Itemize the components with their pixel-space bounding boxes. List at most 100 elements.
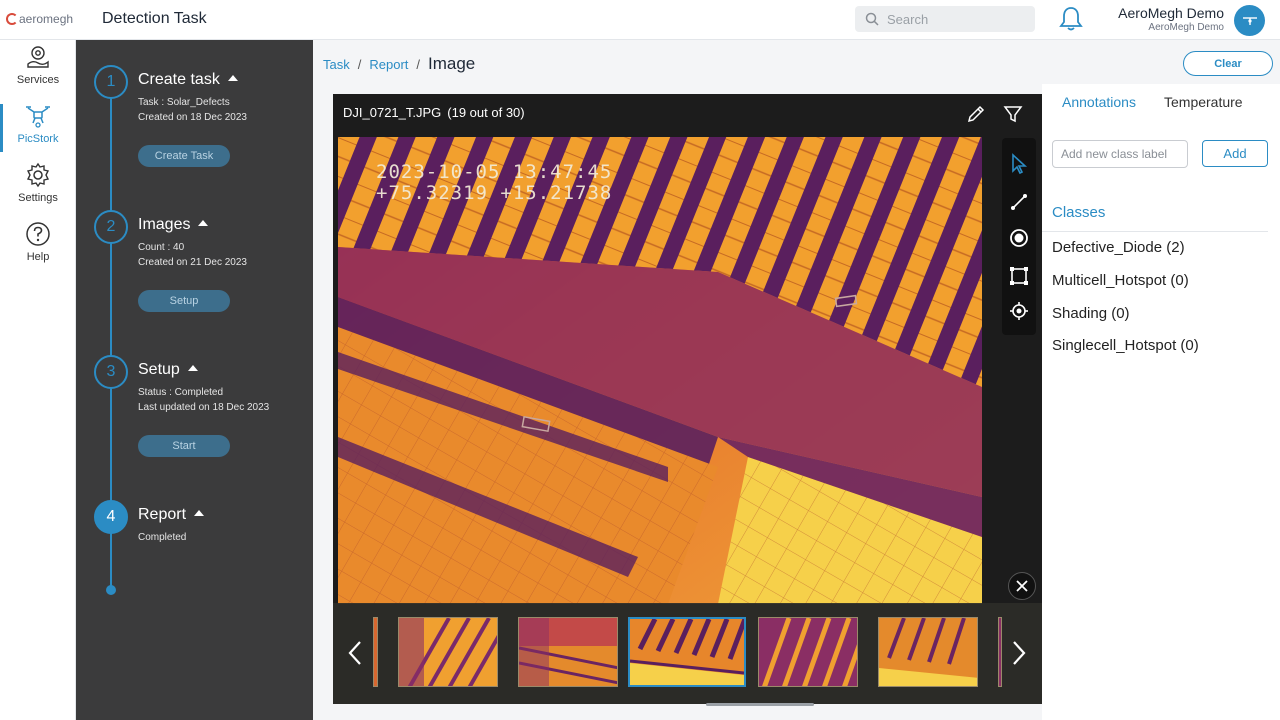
filter-icon[interactable] [1002,103,1024,125]
thumbnail-image [399,618,497,686]
notification-bell-icon[interactable] [1058,6,1084,32]
logo-mark-icon [6,13,18,25]
rectangle-tool-icon[interactable] [1007,264,1031,288]
step-title[interactable]: Images [138,216,209,234]
line-tool-icon[interactable] [1007,190,1031,214]
circle-tool-icon[interactable] [1007,226,1031,250]
create-task-button[interactable]: Create Task [138,145,230,167]
step-title-text: Report [138,506,187,523]
icon-nav: Services PicStork Settings Help [0,40,76,720]
breadcrumb-current: Image [428,54,476,73]
thumbnail-image [759,618,857,686]
thumbnail-image [519,618,617,686]
nav-item-settings[interactable]: Settings [0,162,76,204]
thumbnail[interactable] [878,617,978,687]
nav-label-picstork: PicStork [17,133,59,145]
class-label-input[interactable]: Add new class label [1052,140,1188,168]
gear-icon [25,162,51,188]
step-title[interactable]: Report [138,506,205,524]
user-name: AeroMegh Demo [1118,5,1224,21]
add-class-button[interactable]: Add [1202,140,1268,167]
thumbnail-image [879,618,977,686]
horizontal-scrollbar[interactable] [706,703,814,706]
caret-up-icon[interactable] [187,365,198,371]
step-title-text: Setup [138,361,180,378]
nav-item-help[interactable]: Help [0,221,76,263]
close-icon[interactable] [1008,572,1036,600]
class-item[interactable]: Singlecell_Hotspot (0) [1052,337,1199,354]
step-info-line: Last updated on 18 Dec 2023 [138,402,270,413]
step-info-line: Count : 40 [138,242,185,253]
step-info: Status : Completed Last updated on 18 De… [138,385,269,415]
step-info-line: Status : Completed [138,387,224,398]
tab-annotations[interactable]: Annotations [1062,94,1136,110]
step-info-line: Completed [138,532,187,543]
thumbnail[interactable] [398,617,498,687]
stamp-coordinates: +75.32319 +15.21738 [376,182,613,204]
step-title-text: Images [138,216,191,233]
caret-up-icon[interactable] [198,220,209,226]
annotation-toolbar [1002,138,1036,335]
thumbnail[interactable] [373,617,378,687]
clear-button[interactable]: Clear [1183,51,1273,76]
thumbnail[interactable] [998,617,1002,687]
avatar[interactable] [1234,5,1265,36]
caret-up-icon[interactable] [194,510,205,516]
chevron-left-icon[interactable] [343,641,367,665]
class-item[interactable]: Shading (0) [1052,305,1130,322]
thumbnail-image [630,619,744,685]
image-filename: DJI_0721_T.JPG (19 out of 30) [343,105,525,120]
breadcrumb-report[interactable]: Report [369,57,408,72]
step-title[interactable]: Create task [138,71,238,89]
point-tool-icon[interactable] [1007,299,1031,323]
nav-item-picstork[interactable]: PicStork [0,103,76,145]
search-icon [865,12,879,26]
stamp-datetime: 2023-10-05 13:47:45 [376,161,613,183]
step-info: Count : 40 Created on 21 Dec 2023 [138,240,247,270]
nav-label-services: Services [16,74,60,86]
step-info: Completed [138,530,186,545]
logo-text: aeromegh [19,12,74,26]
task-steps-sidebar: 1 Create task Task : Solar_Defects Creat… [76,40,313,720]
thermal-solar-image [338,137,982,604]
image-position: (19 out of 30) [447,105,525,120]
divider [1042,231,1268,232]
breadcrumb-task[interactable]: Task [323,57,350,72]
drone-icon [25,103,51,129]
caret-up-icon[interactable] [227,75,238,81]
cursor-icon[interactable] [1007,152,1031,176]
step-create-task: 1 Create task Task : Solar_Defects Creat… [94,65,304,175]
step-info-line: Task : Solar_Defects [138,97,230,108]
thumbnail-strip [333,603,1042,704]
thumbnail-image [374,618,377,686]
aeromegh-logo[interactable]: aeromegh [6,12,73,26]
class-item[interactable]: Defective_Diode (2) [1052,239,1185,256]
tab-temperature[interactable]: Temperature [1164,94,1243,110]
class-item[interactable]: Multicell_Hotspot (0) [1052,272,1189,289]
step-images: 2 Images Count : 40 Created on 21 Dec 20… [94,210,304,320]
page-title: Detection Task [102,10,207,27]
breadcrumb-separator: / [357,57,362,72]
timeline-end-dot [106,585,116,595]
thermal-image[interactable]: 2023-10-05 13:47:45 +75.32319 +15.21738 [338,137,982,604]
step-title[interactable]: Setup [138,361,198,379]
step-setup: 3 Setup Status : Completed Last updated … [94,355,304,465]
thumbnail[interactable] [758,617,858,687]
thumbnail[interactable] [518,617,618,687]
setup-button[interactable]: Setup [138,290,230,312]
breadcrumb-separator: / [416,57,421,72]
start-button[interactable]: Start [138,435,230,457]
pencil-icon[interactable] [965,103,987,125]
chevron-right-icon[interactable] [1007,641,1031,665]
search-input[interactable]: Search [887,12,928,27]
step-info-line: Created on 18 Dec 2023 [138,112,247,123]
user-info[interactable]: AeroMegh Demo AeroMegh Demo [1104,5,1224,33]
search-box[interactable]: Search [855,6,1035,32]
drone-avatar-icon [1242,16,1257,25]
filename-text: DJI_0721_T.JPG [343,105,442,120]
user-org: AeroMegh Demo [1148,22,1224,33]
nav-item-services[interactable]: Services [0,44,76,86]
image-timestamp-stamp: 2023-10-05 13:47:45 +75.32319 +15.21738 [376,162,612,204]
step-title-text: Create task [138,71,220,88]
thumbnail-selected[interactable] [628,617,746,687]
